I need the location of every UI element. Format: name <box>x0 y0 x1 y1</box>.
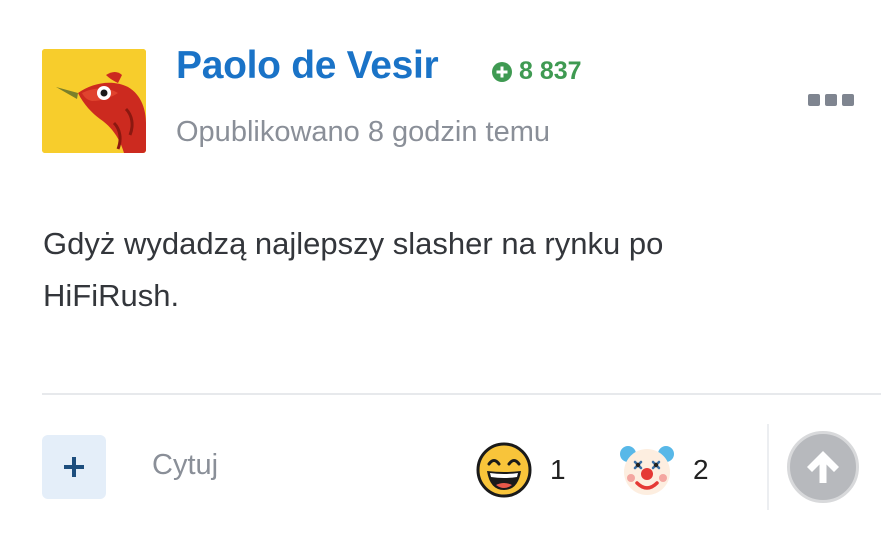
quote-button[interactable]: Cytuj <box>152 449 218 482</box>
post-content: Gdyż wydadzą najlepszy slasher na rynku … <box>43 226 664 313</box>
avatar[interactable] <box>42 49 146 153</box>
laughing-face-icon <box>476 442 532 498</box>
dot <box>842 94 854 106</box>
arrow-up-icon <box>807 451 839 483</box>
plus-circle-icon <box>492 61 512 82</box>
upvote-button[interactable] <box>787 431 859 503</box>
reputation-value: 8 837 <box>519 57 582 85</box>
dot <box>825 94 837 106</box>
post-timestamp: Opublikowano 8 godzin temu <box>176 116 551 148</box>
separator <box>767 424 769 510</box>
add-reaction-button[interactable] <box>42 435 106 499</box>
red-bird-icon <box>42 49 146 153</box>
divider <box>42 393 881 395</box>
reaction-count: 1 <box>550 454 566 485</box>
reputation-badge[interactable]: 8 837 <box>491 57 582 86</box>
reaction-clown[interactable]: 2 <box>619 442 709 498</box>
reaction-laugh[interactable]: 1 <box>476 442 566 498</box>
more-options-icon[interactable] <box>808 92 854 108</box>
clown-face-icon <box>620 446 674 495</box>
reaction-count: 2 <box>693 454 709 485</box>
plus-icon <box>64 457 84 477</box>
author-name[interactable]: Paolo de Vesir <box>176 44 439 88</box>
dot <box>808 94 820 106</box>
